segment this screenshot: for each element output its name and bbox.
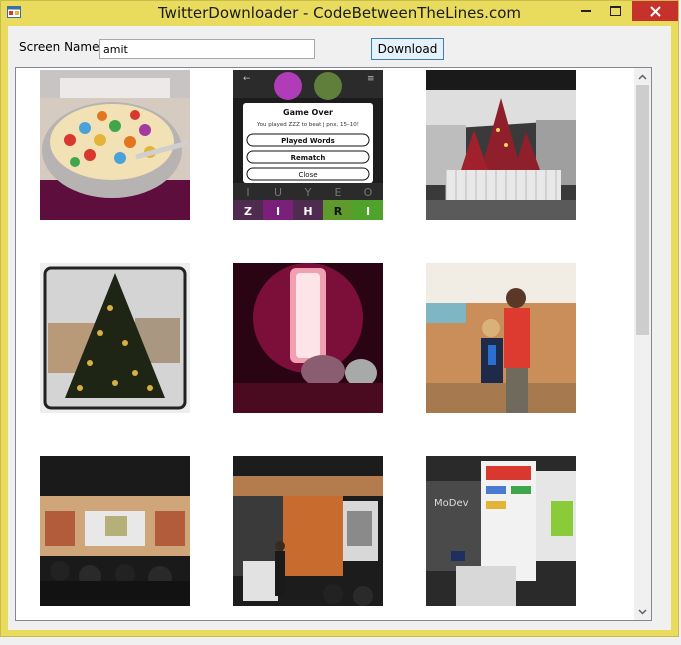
title-bar[interactable]: TwitterDownloader - CodeBetweenTheLines.… bbox=[1, 1, 678, 25]
scroll-down-button[interactable] bbox=[634, 603, 651, 620]
app-window: TwitterDownloader - CodeBetweenTheLines.… bbox=[0, 0, 679, 637]
close-button[interactable] bbox=[632, 1, 678, 21]
svg-text:Y: Y bbox=[304, 186, 312, 199]
image-thumbnail-two-people[interactable] bbox=[426, 263, 576, 413]
chevron-up-icon bbox=[638, 73, 647, 80]
maximize-button[interactable] bbox=[601, 1, 629, 21]
svg-text:I: I bbox=[276, 205, 280, 218]
game-over-message: You played ZZZ to beat j pnx, 15–10! bbox=[256, 122, 359, 128]
screen-name-label: Screen Name bbox=[19, 40, 100, 54]
image-thumbnail-speaker-stage[interactable] bbox=[233, 456, 383, 606]
close-dialog-button: Close bbox=[298, 171, 317, 179]
image-thumbnail-lamp[interactable] bbox=[233, 263, 383, 413]
svg-text:E: E bbox=[335, 186, 342, 199]
svg-text:H: H bbox=[303, 205, 312, 218]
chevron-down-icon bbox=[638, 608, 647, 615]
svg-text:MoDev: MoDev bbox=[434, 498, 469, 509]
maximize-icon bbox=[609, 6, 621, 16]
scroll-up-button[interactable] bbox=[634, 68, 651, 85]
client-area: Screen Name Download bbox=[8, 26, 671, 630]
svg-text:U: U bbox=[274, 186, 282, 199]
image-thumbnail-christmas-tree[interactable] bbox=[40, 263, 190, 413]
image-thumbnail-cereal[interactable] bbox=[40, 70, 190, 220]
image-thumbnail-mall-tree[interactable] bbox=[426, 70, 576, 220]
game-over-title: Game Over bbox=[283, 108, 333, 117]
screen-name-input[interactable] bbox=[99, 39, 315, 59]
scrollbar-thumb[interactable] bbox=[636, 85, 649, 335]
svg-text:≡: ≡ bbox=[367, 74, 375, 84]
svg-text:I: I bbox=[366, 205, 370, 218]
image-thumbnail-game-over[interactable]: ← ≡ 10 15 Game Over You played ZZZ to be… bbox=[233, 70, 383, 220]
svg-text:R: R bbox=[334, 205, 343, 218]
vertical-scrollbar[interactable] bbox=[634, 68, 651, 620]
minimize-icon bbox=[581, 10, 591, 12]
download-button[interactable]: Download bbox=[371, 38, 444, 60]
svg-text:Z: Z bbox=[244, 205, 252, 218]
svg-text:O: O bbox=[364, 186, 373, 199]
close-icon bbox=[649, 5, 661, 17]
svg-text:←: ← bbox=[243, 74, 251, 84]
image-gallery-panel[interactable]: ← ≡ 10 15 Game Over You played ZZZ to be… bbox=[15, 67, 652, 621]
image-thumbnail-conference-hall[interactable] bbox=[40, 456, 190, 606]
minimize-button[interactable] bbox=[573, 1, 599, 21]
svg-text:I: I bbox=[246, 186, 249, 199]
image-thumbnail-modev-booth[interactable]: MoDev bbox=[426, 456, 576, 606]
played-words-button: Played Words bbox=[281, 137, 335, 145]
rematch-button: Rematch bbox=[291, 154, 326, 162]
